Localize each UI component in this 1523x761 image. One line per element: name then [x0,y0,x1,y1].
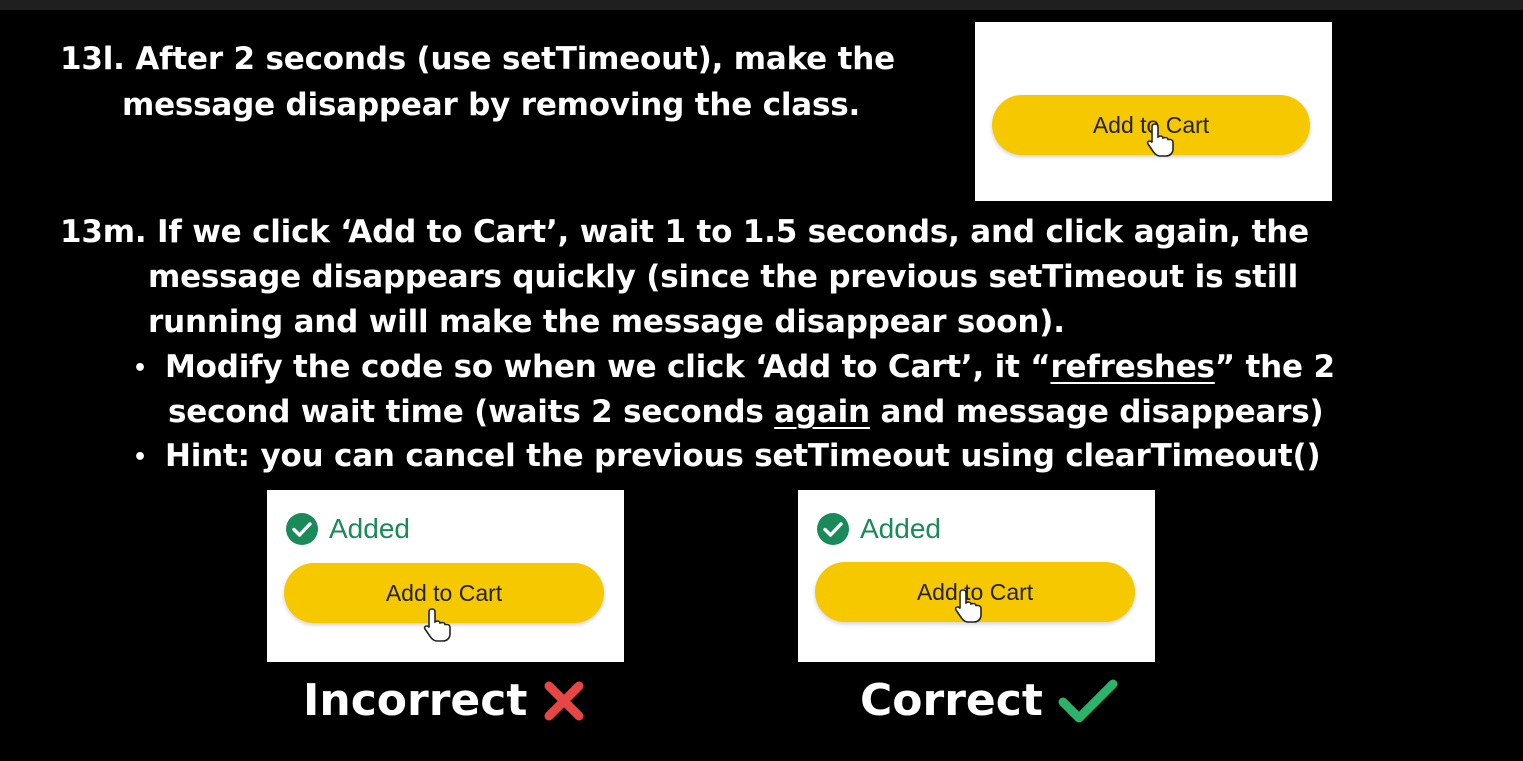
bullet-1-line2: second wait time (waits 2 seconds again … [168,394,1324,430]
demo-panel-incorrect: Added Add to Cart [267,490,624,662]
bullet-1-line1: Modify the code so when we click ‘Add to… [165,349,1335,385]
incorrect-verdict: Incorrect [303,675,587,726]
hand-cursor-icon [954,589,982,623]
added-label: Added [860,513,941,544]
add-to-cart-label: Add to Cart [385,579,503,606]
refreshes-underlined: refreshes [1050,349,1215,385]
check-circle-icon [286,513,318,545]
again-underlined: again [774,394,870,430]
added-message: Added [285,512,410,546]
step-m-line3: running and will make the message disapp… [148,304,1065,340]
step-l-line2: message disappear by removing the class. [122,87,861,123]
demo-panel-top: Add to Cart [975,22,1332,201]
correct-label: Correct [860,675,1043,726]
step-m-line1: 13m. If we click ‘Add to Cart’, wait 1 t… [60,214,1309,250]
step-m-line2: message disappears quickly (since the pr… [148,259,1299,295]
incorrect-label: Incorrect [303,675,528,726]
checkmark-icon [1058,679,1118,722]
correct-verdict: Correct [860,675,1119,726]
video-top-bar [0,0,1523,10]
cross-icon [544,681,584,720]
hand-cursor-icon [423,608,451,642]
hand-cursor-icon [1146,123,1174,157]
added-label: Added [329,513,410,544]
added-message: Added [816,512,941,546]
step-l-line1: 13l. After 2 seconds (use setTimeout), m… [60,41,895,77]
check-circle-icon [817,513,849,545]
demo-panel-correct: Added Add to Cart [798,490,1155,662]
bullet-2-hint: Hint: you can cancel the previous setTim… [165,438,1321,474]
bullet-dot: • [133,356,148,381]
bullet-dot: • [133,445,148,470]
